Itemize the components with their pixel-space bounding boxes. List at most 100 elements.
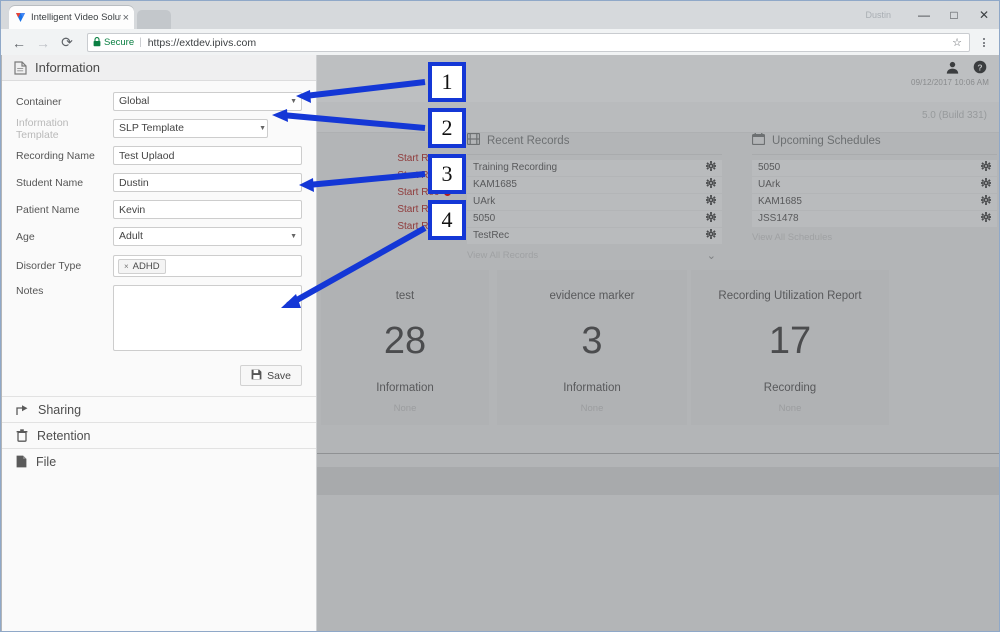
section-label: File [36, 454, 57, 469]
field-control: Global ▼ [113, 92, 302, 111]
site-favicon-icon [14, 11, 27, 24]
reload-button-icon[interactable]: ⟳ [55, 31, 79, 55]
view-all-records-link[interactable]: View All Records [467, 250, 538, 261]
back-button-icon[interactable]: ← [7, 31, 31, 55]
callout-box-4: 4 [428, 200, 466, 240]
bookmark-star-icon[interactable]: ☆ [952, 36, 964, 49]
gear-icon[interactable] [981, 195, 991, 208]
card-title: evidence marker [549, 290, 635, 302]
recent-record-item[interactable]: TestRec [467, 228, 722, 244]
information-panel-title: Information [35, 60, 101, 75]
lock-icon [93, 36, 101, 49]
chevron-down-icon[interactable]: ⌄ [707, 249, 716, 262]
dashboard-topbar: ? 09/12/2017 10:06 AM [317, 55, 999, 102]
information-panel: Information Container Global ▼ Information … [2, 55, 317, 631]
screenshot-root: Intelligent Video Solutio × Dustin — □ ✕… [0, 0, 1000, 632]
upcoming-schedules-divider [752, 154, 997, 155]
question-circle-icon[interactable]: ? [973, 60, 987, 79]
form-row-information-template: Information Template SLP Template ▼ [16, 116, 302, 141]
recent-record-name: Training Recording [473, 162, 558, 174]
recent-record-name: KAM1685 [473, 179, 517, 191]
save-button-label: Save [267, 369, 291, 382]
view-all-schedules-link[interactable]: View All Schedules [752, 232, 832, 243]
field-control: × ADHD [113, 255, 302, 277]
close-window-button[interactable]: ✕ [969, 1, 999, 29]
field-control: Adult ▼ [113, 227, 302, 246]
chevron-down-icon[interactable]: ▼ [290, 227, 297, 246]
recent-record-item[interactable]: UArk [467, 194, 722, 210]
section-label: Retention [37, 428, 91, 443]
recent-record-item[interactable]: 5050 [467, 211, 722, 227]
information-panel-sections: Sharing Retention File [2, 396, 316, 474]
new-tab-button[interactable] [137, 10, 171, 29]
upcoming-schedule-name: UArk [758, 179, 781, 191]
information-form: Container Global ▼ Information Template SLP … [2, 81, 316, 355]
share-icon [16, 404, 29, 416]
recent-record-item[interactable]: KAM1685 [467, 177, 722, 193]
gear-icon[interactable] [706, 195, 716, 208]
gear-icon[interactable] [706, 161, 716, 174]
input-student-name[interactable] [113, 173, 302, 193]
section-row-file[interactable]: File [2, 448, 316, 474]
field-label: Notes [16, 285, 44, 297]
recent-record-item[interactable]: Training Recording [467, 160, 722, 176]
upcoming-schedule-item[interactable]: 5050 [752, 160, 997, 176]
person-icon[interactable] [946, 61, 959, 79]
gear-icon[interactable] [706, 229, 716, 242]
upcoming-schedule-item[interactable]: KAM1685 [752, 194, 997, 210]
card-note: None [580, 403, 604, 414]
maximize-button[interactable]: □ [939, 1, 969, 29]
callout-box-3: 3 [428, 154, 466, 194]
card-subtitle: Information [376, 382, 434, 394]
remove-tag-icon[interactable]: × [124, 262, 129, 271]
address-bar[interactable]: Secure | https://extdev.ipivs.com ☆ [87, 33, 970, 52]
field-label: Information Template [16, 116, 69, 141]
stat-card[interactable]: test 28 Information None [321, 270, 489, 425]
browser-tab[interactable]: Intelligent Video Solutio × [9, 6, 134, 29]
browser-menu-icon[interactable] [975, 38, 993, 47]
save-disk-icon [251, 369, 262, 383]
field-label: Container [16, 95, 62, 108]
form-row-recording-name: Recording Name [16, 145, 302, 166]
input-patient-name[interactable] [113, 200, 302, 220]
gear-icon[interactable] [981, 161, 991, 174]
save-button[interactable]: Save [240, 365, 302, 386]
gear-icon[interactable] [981, 178, 991, 191]
recent-records-divider [467, 154, 722, 155]
form-row-student-name: Student Name [16, 172, 302, 193]
profile-name-label[interactable]: Dustin [865, 10, 891, 20]
section-row-retention[interactable]: Retention [2, 422, 316, 448]
chevron-down-icon[interactable]: ▼ [290, 92, 297, 111]
recent-records-list: Training Recording KAM1685 UArk 5050 TestRec [467, 160, 722, 244]
stat-card[interactable]: evidence marker 3 Information None [497, 270, 687, 425]
form-row-age: Age Adult ▼ [16, 226, 302, 247]
trash-icon [16, 429, 28, 442]
forward-button-icon[interactable]: → [31, 31, 55, 55]
select-information-template[interactable]: SLP Template [113, 119, 268, 138]
chevron-down-icon[interactable]: ▼ [259, 119, 266, 138]
notes-textarea[interactable] [113, 285, 302, 351]
recent-records-widget: Recent Records Training Recording KAM1685… [466, 132, 722, 262]
recent-records-footer[interactable]: View All Records ⌄ [467, 245, 722, 262]
file-icon [16, 455, 27, 468]
upcoming-schedules-footer[interactable]: View All Schedules [752, 228, 997, 243]
save-row: Save [2, 361, 316, 396]
url-text: https://extdev.ipivs.com [147, 36, 257, 49]
select-age[interactable]: Adult [113, 227, 302, 246]
stat-card[interactable]: Recording Utilization Report 17 Recording N… [691, 270, 889, 425]
disorder-type-tagbox[interactable]: × ADHD [113, 255, 302, 277]
gear-icon[interactable] [706, 178, 716, 191]
select-container[interactable]: Global [113, 92, 302, 111]
tab-close-icon[interactable]: × [123, 12, 129, 24]
section-row-sharing[interactable]: Sharing [2, 396, 316, 422]
gear-icon[interactable] [981, 212, 991, 225]
minimize-button[interactable]: — [909, 1, 939, 29]
build-row: 5.0 (Build 331) [317, 102, 999, 133]
browser-navbar: ← → ⟳ Secure | https://extdev.ipivs.com … [1, 29, 999, 56]
card-subtitle: Recording [763, 382, 817, 394]
upcoming-schedule-item[interactable]: JSS1478 [752, 211, 997, 227]
gear-icon[interactable] [706, 212, 716, 225]
upcoming-schedule-item[interactable]: UArk [752, 177, 997, 193]
input-recording-name[interactable] [113, 146, 302, 166]
recent-record-name: 5050 [473, 213, 496, 225]
